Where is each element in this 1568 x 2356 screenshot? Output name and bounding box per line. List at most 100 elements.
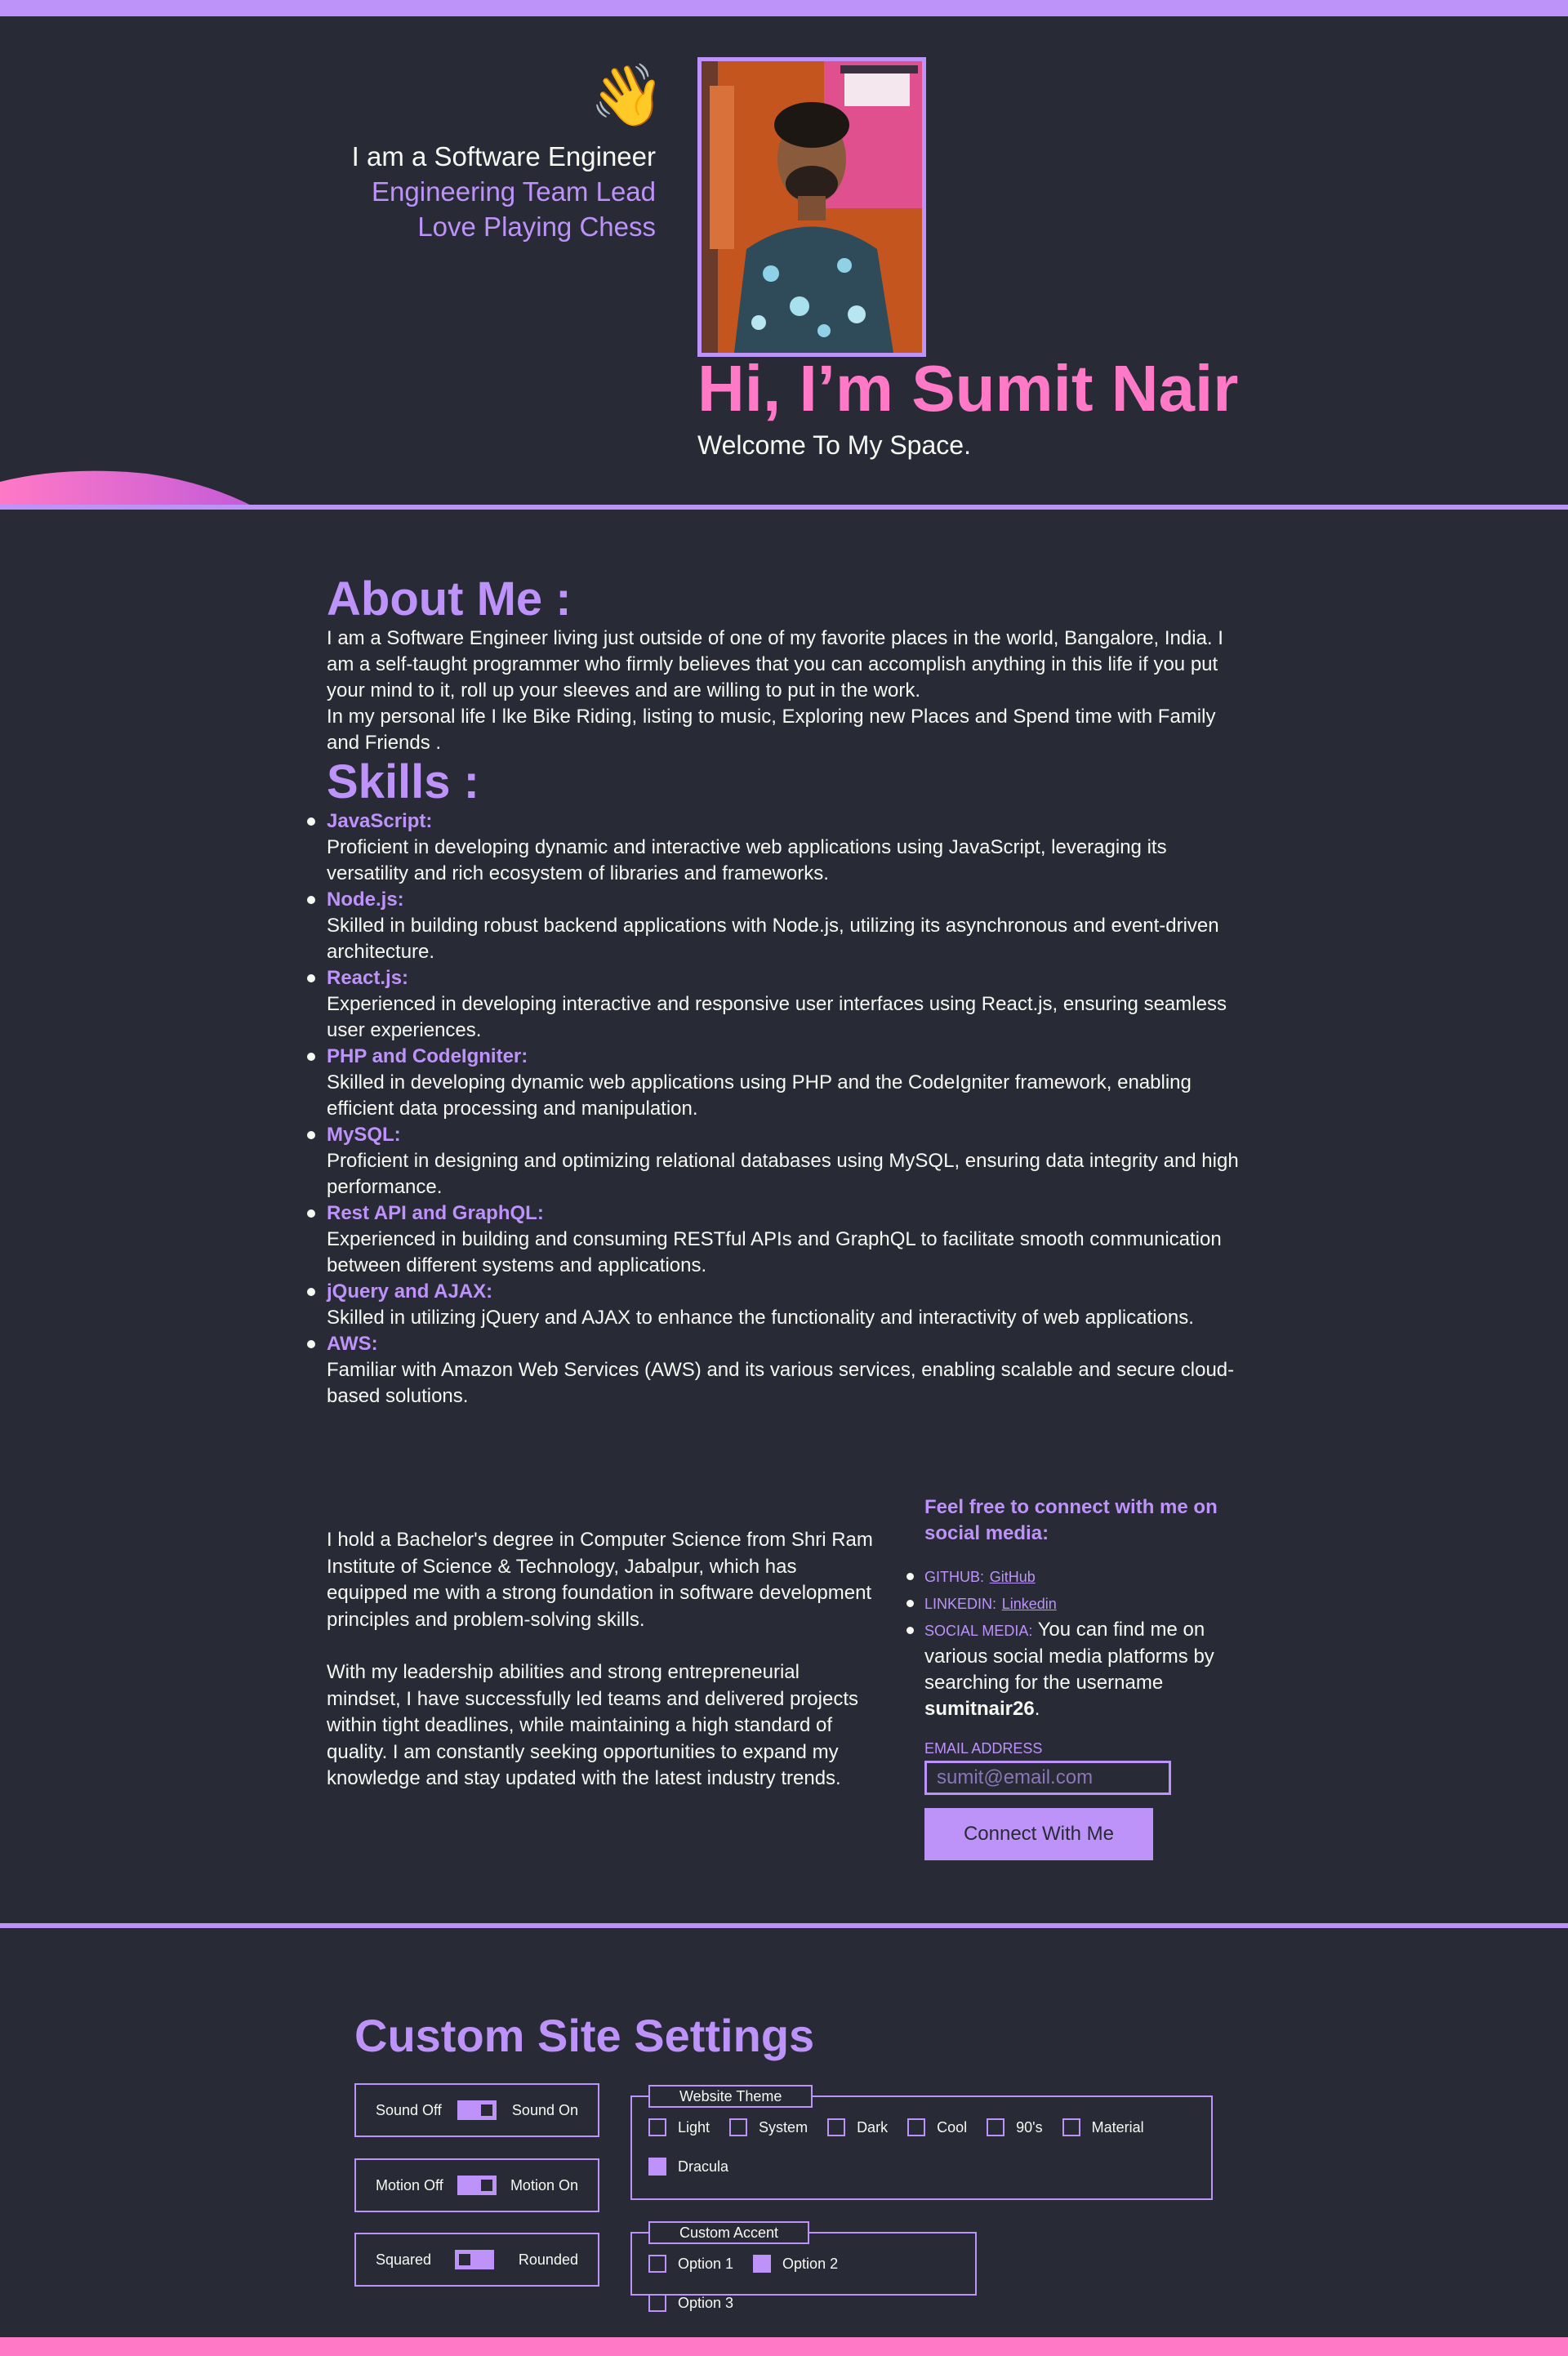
leadership-paragraph: With my leadership abilities and strong … — [327, 1661, 858, 1789]
theme-option-dracula[interactable]: Dracula — [648, 2147, 728, 2186]
theme-legend: Website Theme — [648, 2085, 813, 2108]
decorative-wave — [0, 470, 253, 506]
skill-item: jQuery and AJAX: Skilled in utilizing jQ… — [307, 1279, 1250, 1331]
skills-heading: Skills : — [327, 755, 479, 808]
skill-name: Node.js: — [327, 889, 404, 911]
accent-option-3[interactable]: Option 3 — [648, 2283, 733, 2323]
skill-description: Skilled in building robust backend appli… — [327, 915, 1219, 963]
theme-option-material[interactable]: Material — [1062, 2108, 1144, 2147]
motion-toggle: Motion Off Motion On — [354, 2158, 599, 2212]
theme-option-label: Dark — [857, 2118, 889, 2136]
accent-option-1[interactable]: Option 1 — [648, 2244, 733, 2283]
theme-options: Light System Dark Cool 90's Material Dra… — [648, 2108, 1195, 2186]
skill-item: React.js: Experienced in developing inte… — [307, 965, 1250, 1044]
theme-fieldset: Website Theme Light System Dark Cool 90'… — [630, 2085, 1213, 2200]
accent-option-2[interactable]: Option 2 — [753, 2244, 838, 2283]
accent-option-label: Option 3 — [678, 2294, 734, 2311]
skill-name: PHP and CodeIgniter: — [327, 1045, 528, 1067]
sound-on-label: Sound On — [511, 2101, 578, 2118]
social-list: GITHUB: GitHub LINKEDIN: Linkedin SOCIAL… — [906, 1563, 1251, 1722]
skill-description: Skilled in utilizing jQuery and AJAX to … — [327, 1307, 1194, 1329]
hero-subtitle: Welcome To My Space. — [697, 430, 971, 460]
skill-description: Experienced in developing interactive an… — [327, 993, 1227, 1041]
skill-name: jQuery and AJAX: — [327, 1280, 493, 1303]
hero-title: Hi, I’m Sumit Nair — [697, 352, 1239, 425]
skill-name: Rest API and GraphQL: — [327, 1202, 544, 1224]
skill-name: React.js: — [327, 967, 409, 989]
skill-item: AWS: Familiar with Amazon Web Services (… — [307, 1331, 1250, 1410]
skill-item: JavaScript: Proficient in developing dyn… — [307, 808, 1250, 887]
skill-item: Rest API and GraphQL: Experienced in bui… — [307, 1200, 1250, 1279]
waving-hand-icon: 👋 — [590, 60, 666, 131]
github-link[interactable]: GitHub — [990, 1569, 1036, 1585]
social-media-label: SOCIAL MEDIA: — [924, 1623, 1033, 1639]
theme-option-light[interactable]: Light — [648, 2108, 710, 2147]
skill-item: MySQL: Proficient in designing and optim… — [307, 1122, 1250, 1200]
profile-photo — [697, 57, 926, 357]
sound-toggle: Sound Off Sound On — [354, 2083, 599, 2137]
skill-item: PHP and CodeIgniter: Skilled in developi… — [307, 1044, 1250, 1122]
social-item-media: SOCIAL MEDIA: You can find me on various… — [906, 1617, 1251, 1722]
theme-checkbox[interactable] — [907, 2118, 926, 2136]
theme-option-label: Cool — [937, 2118, 968, 2136]
theme-option-label: Dracula — [678, 2158, 729, 2175]
accent-checkbox[interactable] — [648, 2294, 666, 2312]
about-text: I am a Software Engineer living just out… — [327, 626, 1250, 756]
corners-switch[interactable] — [455, 2250, 495, 2269]
theme-option-label: System — [759, 2118, 808, 2136]
skill-description: Experienced in building and consuming RE… — [327, 1228, 1222, 1276]
connect-heading: Feel free to connect with me on social m… — [924, 1496, 1218, 1544]
skill-name: AWS: — [327, 1333, 378, 1355]
theme-checkbox[interactable] — [729, 2118, 748, 2136]
tagline-chess: Love Playing Chess — [417, 212, 656, 242]
github-label: GITHUB: — [924, 1569, 985, 1585]
linkedin-link[interactable]: Linkedin — [1002, 1596, 1057, 1612]
about-paragraph: In my personal life I lke Bike Riding, l… — [327, 706, 1216, 754]
skills-list: JavaScript: Proficient in developing dyn… — [307, 808, 1250, 1410]
social-period: . — [1034, 1698, 1040, 1720]
accent-option-label: Option 2 — [782, 2255, 839, 2272]
sound-off-label: Sound Off — [376, 2101, 442, 2118]
theme-checkbox[interactable] — [987, 2118, 1005, 2136]
motion-on-label: Motion On — [510, 2176, 578, 2193]
accent-checkbox[interactable] — [648, 2255, 666, 2273]
accent-options: Option 1 Option 2 Option 3 — [648, 2244, 959, 2323]
corners-toggle: Squared Rounded — [354, 2233, 599, 2287]
theme-option-dark[interactable]: Dark — [827, 2108, 888, 2147]
linkedin-label: LINKEDIN: — [924, 1596, 997, 1612]
switch-knob — [459, 2254, 471, 2265]
theme-option-90s[interactable]: 90's — [987, 2108, 1043, 2147]
hero-separator — [0, 505, 1568, 510]
connect-button[interactable]: Connect With Me — [924, 1808, 1153, 1860]
skill-description: Skilled in developing dynamic web applic… — [327, 1071, 1192, 1120]
accent-checkbox-checked[interactable] — [753, 2255, 772, 2273]
switch-knob — [480, 2104, 492, 2116]
rounded-label: Rounded — [518, 2251, 578, 2268]
theme-option-label: Material — [1091, 2118, 1144, 2136]
about-paragraph: I am a Software Engineer living just out… — [327, 627, 1223, 701]
motion-off-label: Motion Off — [376, 2176, 443, 2193]
theme-option-label: Light — [678, 2118, 710, 2136]
theme-option-cool[interactable]: Cool — [907, 2108, 967, 2147]
switch-knob — [480, 2180, 492, 2191]
email-input[interactable] — [924, 1761, 1171, 1795]
theme-checkbox[interactable] — [827, 2118, 846, 2136]
tagline-team-lead: Engineering Team Lead — [372, 176, 656, 207]
social-username: sumitnair26 — [924, 1698, 1035, 1720]
motion-switch[interactable] — [457, 2176, 497, 2195]
theme-option-system[interactable]: System — [729, 2108, 808, 2147]
theme-checkbox-checked[interactable] — [648, 2158, 666, 2176]
theme-checkbox[interactable] — [1062, 2118, 1080, 2136]
social-item-github: GITHUB: GitHub — [906, 1563, 1251, 1590]
sound-switch[interactable] — [457, 2100, 497, 2120]
skill-description: Familiar with Amazon Web Services (AWS) … — [327, 1359, 1235, 1407]
about-heading: About Me : — [327, 572, 572, 626]
accent-fieldset: Custom Accent Option 1 Option 2 Option 3 — [630, 2221, 977, 2312]
theme-checkbox[interactable] — [648, 2118, 666, 2136]
education-text: I hold a Bachelor's degree in Computer S… — [327, 1527, 878, 1793]
squared-label: Squared — [376, 2251, 432, 2268]
skill-description: Proficient in designing and optimizing r… — [327, 1150, 1239, 1198]
accent-legend: Custom Accent — [648, 2221, 810, 2244]
settings-separator — [0, 1923, 1568, 1928]
profile-photo-image — [702, 61, 922, 353]
